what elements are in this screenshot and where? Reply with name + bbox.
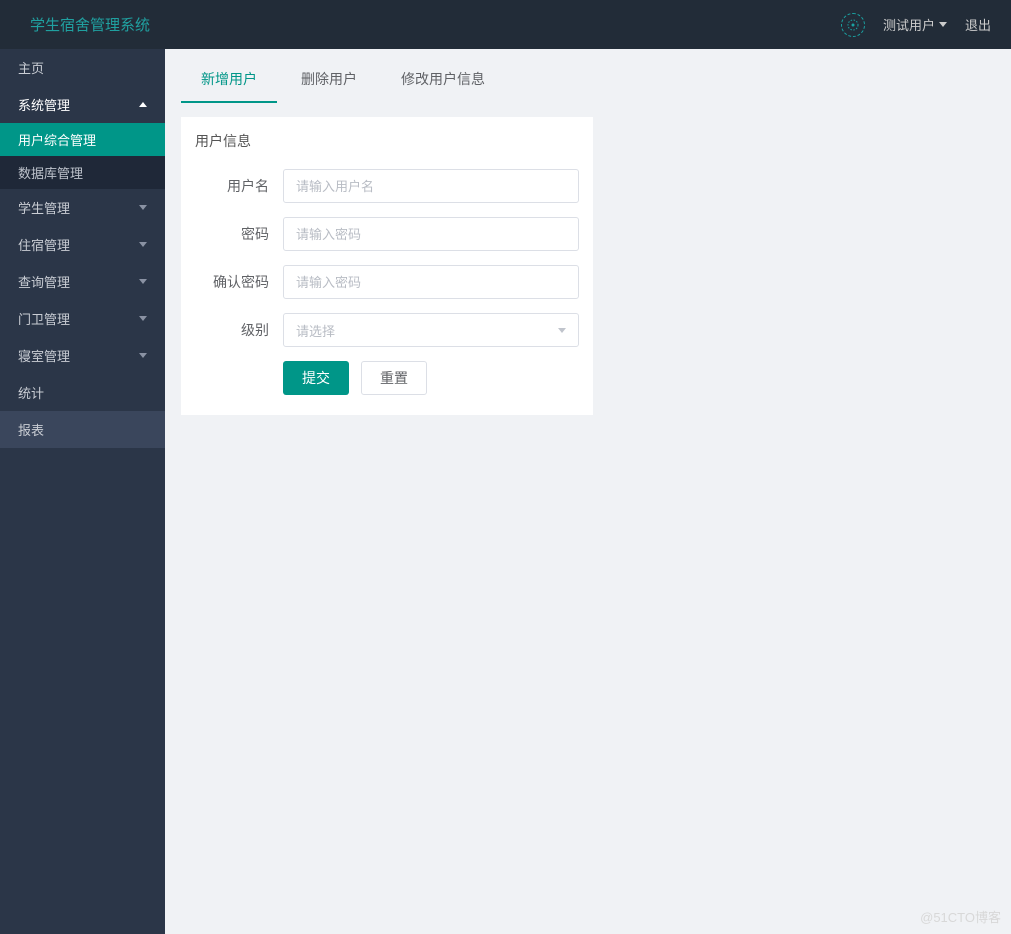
- form-row-level: 级别 请选择: [195, 313, 579, 347]
- select-placeholder: 请选择: [296, 321, 335, 340]
- sidebar-item-student[interactable]: 学生管理: [0, 189, 165, 226]
- user-name-label: 测试用户: [883, 15, 935, 34]
- sidebar-item-stats[interactable]: 统计: [0, 374, 165, 411]
- sidebar-item-label: 数据库管理: [18, 163, 83, 182]
- chevron-up-icon: [139, 102, 147, 107]
- chevron-down-icon: [139, 279, 147, 284]
- sidebar-item-accommodation[interactable]: 住宿管理: [0, 226, 165, 263]
- chevron-down-icon: [139, 205, 147, 210]
- chevron-down-icon: [139, 353, 147, 358]
- username-input[interactable]: [283, 169, 579, 203]
- confirm-label: 确认密码: [195, 272, 283, 292]
- submit-button[interactable]: 提交: [283, 361, 349, 395]
- sidebar-sub-user-mgmt[interactable]: 用户综合管理: [0, 123, 165, 156]
- chevron-down-icon: [939, 22, 947, 27]
- password-label: 密码: [195, 224, 283, 244]
- confirm-input[interactable]: [283, 265, 579, 299]
- panel-title: 用户信息: [195, 131, 579, 151]
- tab-add-user[interactable]: 新增用户: [181, 59, 277, 103]
- main-content: 新增用户 删除用户 修改用户信息 用户信息 用户名 密码 确认密码 级: [165, 49, 1011, 934]
- avatar-icon[interactable]: [841, 13, 865, 37]
- chevron-down-icon: [139, 242, 147, 247]
- reset-button[interactable]: 重置: [361, 361, 427, 395]
- form-panel: 用户信息 用户名 密码 确认密码 级别 请选择: [181, 117, 593, 415]
- form-row-username: 用户名: [195, 169, 579, 203]
- sidebar-item-system[interactable]: 系统管理: [0, 86, 165, 123]
- sidebar-item-label: 统计: [18, 383, 44, 402]
- tab-modify-user[interactable]: 修改用户信息: [381, 59, 505, 103]
- logout-link[interactable]: 退出: [965, 15, 991, 34]
- sidebar-item-home[interactable]: 主页: [0, 49, 165, 86]
- app-title: 学生宿舍管理系统: [30, 14, 150, 35]
- sidebar-item-label: 住宿管理: [18, 235, 70, 254]
- sidebar-item-label: 学生管理: [18, 198, 70, 217]
- sidebar-item-label: 查询管理: [18, 272, 70, 291]
- sidebar-sub-db-mgmt[interactable]: 数据库管理: [0, 156, 165, 189]
- sidebar-item-report[interactable]: 报表: [0, 411, 165, 448]
- sidebar: 主页 系统管理 用户综合管理 数据库管理 学生管理 住宿管理 查询管理 门卫管理…: [0, 49, 165, 934]
- sidebar-item-label: 门卫管理: [18, 309, 70, 328]
- sidebar-item-gate[interactable]: 门卫管理: [0, 300, 165, 337]
- sidebar-item-label: 报表: [18, 420, 44, 439]
- sidebar-item-label: 系统管理: [18, 95, 70, 114]
- sidebar-item-label: 用户综合管理: [18, 130, 96, 149]
- header-right: 测试用户 退出: [841, 13, 991, 37]
- user-menu[interactable]: 测试用户: [883, 15, 947, 34]
- chevron-down-icon: [139, 316, 147, 321]
- sidebar-item-query[interactable]: 查询管理: [0, 263, 165, 300]
- password-input[interactable]: [283, 217, 579, 251]
- username-label: 用户名: [195, 176, 283, 196]
- level-label: 级别: [195, 320, 283, 340]
- sidebar-item-dorm[interactable]: 寝室管理: [0, 337, 165, 374]
- tab-delete-user[interactable]: 删除用户: [281, 59, 377, 103]
- sidebar-item-label: 寝室管理: [18, 346, 70, 365]
- form-row-password: 密码: [195, 217, 579, 251]
- tab-bar: 新增用户 删除用户 修改用户信息: [165, 49, 1011, 103]
- app-header: 学生宿舍管理系统 测试用户 退出: [0, 0, 1011, 49]
- level-select[interactable]: 请选择: [283, 313, 579, 347]
- button-row: 提交 重置: [283, 361, 579, 395]
- sidebar-item-label: 主页: [18, 58, 44, 77]
- form-row-confirm: 确认密码: [195, 265, 579, 299]
- chevron-down-icon: [558, 328, 566, 333]
